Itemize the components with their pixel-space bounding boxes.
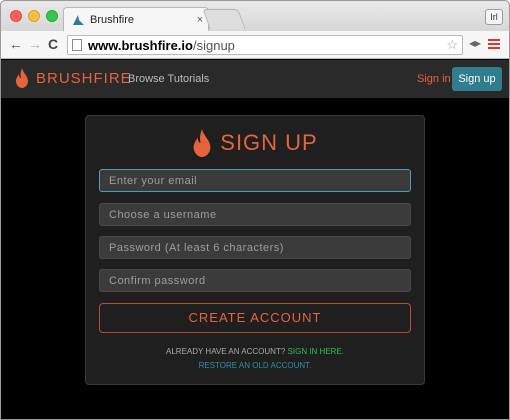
reload-icon[interactable]: C <box>48 36 58 52</box>
forward-arrow-icon[interactable]: → <box>28 36 42 52</box>
back-arrow-icon[interactable]: ← <box>9 36 23 52</box>
url-path: /signup <box>192 37 235 53</box>
page-icon <box>72 39 82 51</box>
username-field[interactable] <box>99 203 411 226</box>
tab-title: Brushfire <box>90 13 135 26</box>
brushfire-favicon-icon <box>73 15 84 25</box>
signup-title: SIGN UP <box>86 129 424 162</box>
profile-button[interactable]: Irl <box>485 9 503 25</box>
browser-window: Brushfire × Irl ← → C www.brushfire.io/s… <box>0 0 510 420</box>
browser-toolbar: ← → C www.brushfire.io/signup ☆ ◂▸ <box>1 31 509 59</box>
flame-icon <box>16 68 28 88</box>
confirm-password-field[interactable] <box>99 269 411 292</box>
password-field[interactable] <box>99 236 411 259</box>
nav-browse-tutorials[interactable]: Browse Tutorials <box>128 73 209 85</box>
close-window-button[interactable] <box>10 10 22 22</box>
header-signup-button[interactable]: Sign up <box>452 67 502 91</box>
restore-account-link[interactable]: RESTORE AN OLD ACCOUNT. <box>86 361 424 370</box>
sign-in-here-link[interactable]: SIGN IN HERE. <box>288 347 344 356</box>
site-header: BRUSHFIRE Browse Tutorials Sign in Sign … <box>1 60 509 98</box>
create-account-button[interactable]: CREATE ACCOUNT <box>99 303 411 333</box>
email-field[interactable] <box>99 169 411 192</box>
brushfire-logo[interactable]: BRUSHFIRE <box>15 68 132 88</box>
already-text: ALREADY HAVE AN ACCOUNT? <box>166 347 286 356</box>
browser-tab[interactable]: Brushfire × <box>63 7 209 31</box>
header-signin-link[interactable]: Sign in <box>417 73 451 85</box>
window-controls <box>10 10 58 22</box>
signup-card: SIGN UP CREATE ACCOUNT ALREADY HAVE AN A… <box>85 115 425 385</box>
url-host: www.brushfire.io <box>88 37 193 53</box>
flame-icon <box>193 129 211 157</box>
new-tab-button[interactable] <box>202 9 246 29</box>
browser-menu-icon[interactable] <box>488 39 500 51</box>
minimize-window-button[interactable] <box>28 10 40 22</box>
address-bar[interactable]: www.brushfire.io/signup ☆ <box>67 35 463 55</box>
tab-strip: Brushfire × Irl <box>1 1 509 31</box>
zoom-window-button[interactable] <box>46 10 58 22</box>
bookmark-star-icon[interactable]: ☆ <box>446 37 458 53</box>
logo-text: BRUSHFIRE <box>36 69 132 87</box>
extension-icon[interactable]: ◂▸ <box>469 36 481 50</box>
already-have-account: ALREADY HAVE AN ACCOUNT? SIGN IN HERE. <box>86 347 424 356</box>
signup-title-text: SIGN UP <box>220 130 318 155</box>
